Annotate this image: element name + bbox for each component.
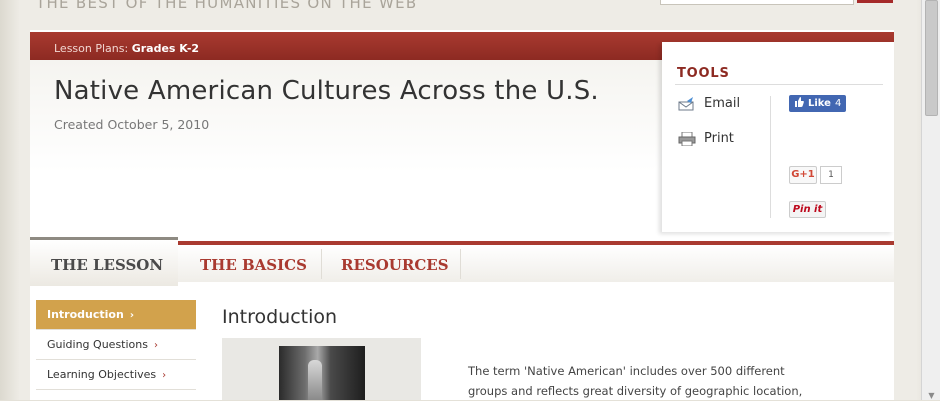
site-tagline: THE BEST OF THE HUMANITIES ON THE WEB — [36, 0, 418, 12]
print-icon — [678, 131, 696, 146]
tab-separator — [321, 249, 322, 279]
sidebar-item-learning-objectives[interactable]: Learning Objectives › — [36, 360, 196, 390]
lesson-content: Lesson Plans: Grades K-2 Native American… — [30, 30, 894, 400]
email-label: Email — [704, 96, 741, 111]
breadcrumb: Lesson Plans: Grades K-2 — [54, 42, 199, 55]
facebook-like-button[interactable]: Like 4 — [789, 95, 847, 112]
tab-the-basics[interactable]: THE BASICS — [200, 256, 307, 274]
scroll-down-arrow-icon[interactable]: ▼ — [926, 392, 937, 400]
tab-separator — [460, 249, 461, 279]
section-title: Introduction — [222, 306, 338, 328]
tools-heading: TOOLS — [677, 66, 730, 81]
sidebar-item-label: Introduction — [47, 308, 124, 321]
lesson-sidebar: Introduction › Guiding Questions › Learnin… — [36, 300, 196, 390]
sidebar-item-label: Guiding Questions — [47, 338, 148, 351]
email-icon — [678, 96, 696, 111]
tab-the-lesson[interactable]: THE LESSON — [51, 256, 163, 274]
historical-photo — [279, 346, 365, 400]
print-link[interactable]: Print — [678, 131, 734, 146]
search-button[interactable] — [857, 0, 893, 3]
breadcrumb-label: Lesson Plans: — [54, 42, 129, 55]
tools-column-divider — [770, 96, 771, 218]
photo-figure — [308, 360, 322, 400]
sidebar-item-introduction[interactable]: Introduction › — [36, 300, 196, 330]
email-link[interactable]: Email — [678, 96, 740, 111]
breadcrumb-grade[interactable]: Grades K-2 — [132, 42, 199, 55]
sidebar-item-guiding-questions[interactable]: Guiding Questions › — [36, 330, 196, 360]
tools-divider-line — [675, 84, 883, 85]
page-title: Native American Cultures Across the U.S. — [54, 76, 599, 106]
chevron-right-icon: › — [153, 340, 158, 351]
google-plus-button[interactable]: G+1 — [789, 166, 817, 184]
chevron-right-icon: › — [162, 370, 167, 381]
created-date: Created October 5, 2010 — [54, 117, 210, 132]
intro-text-line: groups and reflects great diversity of g… — [468, 384, 803, 398]
page: THE BEST OF THE HUMANITIES ON THE WEB Le… — [0, 0, 940, 400]
pinterest-button[interactable]: Pin it — [789, 201, 826, 218]
sidebar-item-label: Learning Objectives — [47, 368, 157, 381]
search-input[interactable] — [660, 0, 854, 5]
intro-text: The term 'Native American' includes over… — [468, 361, 822, 401]
chevron-right-icon: › — [129, 310, 134, 321]
scrollbar-thumb[interactable] — [925, 0, 938, 116]
google-plus-count: 1 — [820, 166, 842, 184]
thumbs-up-icon — [794, 97, 804, 110]
like-label: Like — [808, 98, 831, 109]
intro-text-line: The term 'Native American' includes over… — [468, 364, 785, 378]
tab-resources[interactable]: RESOURCES — [341, 256, 449, 274]
print-label: Print — [704, 131, 734, 146]
like-count: 4 — [834, 98, 842, 109]
